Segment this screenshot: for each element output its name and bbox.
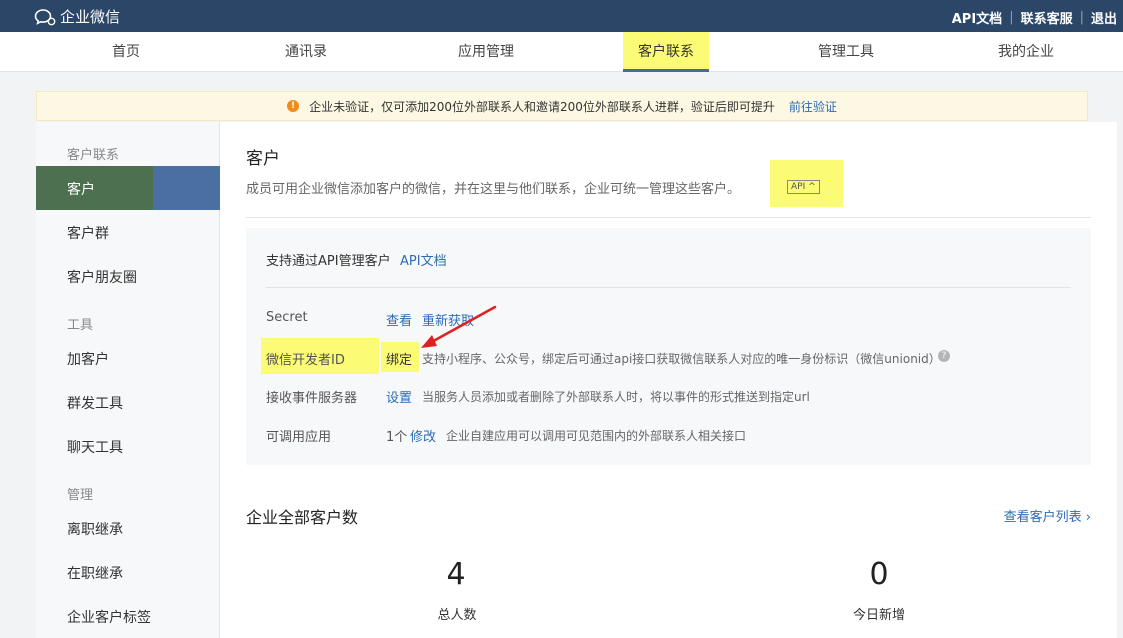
view-customer-list-link[interactable]: 查看客户列表 › xyxy=(1004,506,1091,525)
developer-id-label: 微信开发者ID xyxy=(266,353,345,368)
api-box-doc-link[interactable]: API文档 xyxy=(400,250,447,269)
sidebar-group-management: 管理 xyxy=(67,488,94,503)
sidebar-item-resigned-inheritance[interactable]: 离职继承 xyxy=(67,519,123,539)
bind-developer-id-button[interactable]: 绑定 xyxy=(386,349,412,368)
api-box-title: 支持通过API管理客户 xyxy=(266,254,391,269)
page-title: 客户 xyxy=(246,149,280,169)
sidebar-item-customers[interactable]: 客户 xyxy=(36,166,220,210)
verify-link[interactable]: 前往验证 xyxy=(789,98,837,115)
help-icon[interactable]: ? xyxy=(938,350,950,362)
event-server-settings-button[interactable]: 设置 xyxy=(386,387,412,406)
api-toggle-badge[interactable]: API ^ xyxy=(787,180,820,194)
content-area: 客户 成员可用企业微信添加客户的微信，并在这里与他们联系，企业可统一管理这些客户… xyxy=(246,122,1091,638)
divider: | xyxy=(1009,10,1014,25)
sidebar-item-label: 客户 xyxy=(67,182,95,198)
api-settings-box: 支持通过API管理客户 API文档 Secret 查看 重新获取 微信开发者ID… xyxy=(246,228,1091,465)
sidebar-item-chat-tools[interactable]: 聊天工具 xyxy=(67,437,123,457)
event-server-description: 当服务人员添加或者删除了外部联系人时，将以事件的形式推送到指定url xyxy=(422,390,810,404)
sidebar-item-active-inheritance[interactable]: 在职继承 xyxy=(67,563,123,583)
api-docs-link[interactable]: API文档 xyxy=(952,8,1002,27)
event-server-label: 接收事件服务器 xyxy=(266,391,358,406)
today-new-label: 今日新增 xyxy=(852,608,906,623)
nav-app-management[interactable]: 应用管理 xyxy=(458,32,514,72)
sidebar-group-tools: 工具 xyxy=(67,318,94,333)
sidebar-item-mass-message[interactable]: 群发工具 xyxy=(67,393,123,413)
modify-apps-button[interactable]: 修改 xyxy=(410,426,436,445)
divider: | xyxy=(1079,10,1084,25)
callable-apps-count: 1个 xyxy=(386,430,408,445)
sidebar-item-customer-groups[interactable]: 客户群 xyxy=(67,223,109,243)
main-nav: 首页 通讯录 应用管理 客户联系 管理工具 我的企业 xyxy=(0,32,1123,72)
notice-text: 企业未验证，仅可添加200位外部联系人和邀请200位外部联系人进群，验证后即可提… xyxy=(309,99,775,114)
logo-text: 企业微信 xyxy=(60,8,121,26)
sidebar-item-add-customer[interactable]: 加客户 xyxy=(67,349,109,369)
nav-my-enterprise[interactable]: 我的企业 xyxy=(998,32,1054,72)
callable-apps-label: 可调用应用 xyxy=(266,430,332,445)
total-count-label: 总人数 xyxy=(437,608,477,623)
secret-label: Secret xyxy=(266,310,308,325)
developer-id-description: 支持小程序、公众号，绑定后可通过api接口获取微信联系人对应的唯一身份标识（微信… xyxy=(422,352,941,366)
warning-icon: ! xyxy=(287,100,300,112)
today-new-count: 0 xyxy=(869,557,889,592)
top-bar: 企业微信 API文档 | 联系客服 | 退出 xyxy=(0,0,1123,32)
sidebar-item-moments[interactable]: 客户朋友圈 xyxy=(67,267,137,287)
sidebar-item-customer-tags[interactable]: 企业客户标签 xyxy=(67,607,151,627)
nav-contacts[interactable]: 通讯录 xyxy=(285,32,327,72)
logo[interactable]: 企业微信 xyxy=(34,6,120,27)
total-count: 4 xyxy=(446,557,466,592)
nav-home[interactable]: 首页 xyxy=(112,32,140,72)
nav-management-tools[interactable]: 管理工具 xyxy=(818,32,874,72)
wework-logo-icon xyxy=(34,8,56,26)
verification-notice: ! 企业未验证，仅可添加200位外部联系人和邀请200位外部联系人进群，验证后即… xyxy=(36,91,1088,121)
sidebar-group-customer-contact: 客户联系 xyxy=(67,148,120,163)
divider xyxy=(266,287,1071,288)
nav-customer-contact[interactable]: 客户联系 xyxy=(623,32,709,72)
view-secret-button[interactable]: 查看 xyxy=(386,310,412,329)
regenerate-secret-button[interactable]: 重新获取 xyxy=(422,310,474,329)
main-panel: 客户联系 客户 客户群 客户朋友圈 工具 加客户 群发工具 聊天工具 管理 离职… xyxy=(36,122,1117,638)
page-description: 成员可用企业微信添加客户的微信，并在这里与他们联系，企业可统一管理这些客户。 xyxy=(246,182,741,197)
divider xyxy=(246,217,1091,218)
stats-title: 企业全部客户数 xyxy=(246,508,359,527)
sidebar: 客户联系 客户 客户群 客户朋友圈 工具 加客户 群发工具 聊天工具 管理 离职… xyxy=(36,122,220,638)
contact-support-link[interactable]: 联系客服 xyxy=(1021,8,1073,27)
logout-link[interactable]: 退出 xyxy=(1091,8,1117,27)
callable-apps-description: 企业自建应用可以调用可见范围内的外部联系人相关接口 xyxy=(446,429,747,443)
top-links: API文档 | 联系客服 | 退出 xyxy=(952,8,1117,27)
